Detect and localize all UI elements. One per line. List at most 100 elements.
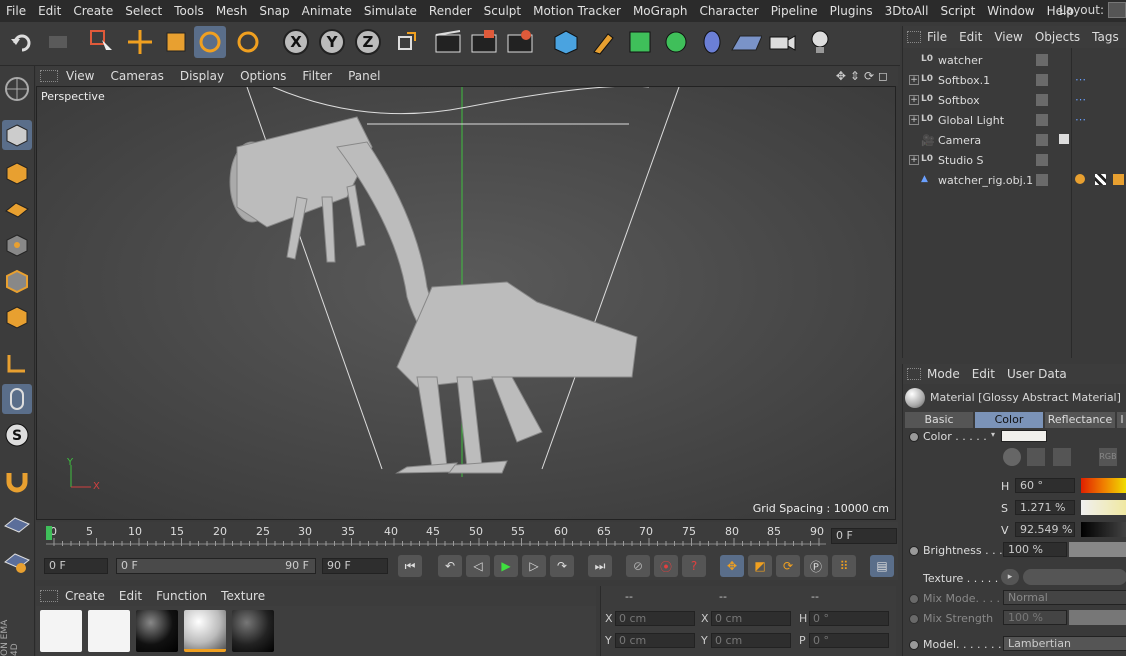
perspective-viewport[interactable]: Perspective Y X Grid Spacing : 10000 cm (36, 86, 896, 520)
mix-mode-select[interactable]: Normal (1003, 590, 1126, 605)
attribute-menu-user-data[interactable]: User Data (1001, 367, 1073, 381)
model-mode-icon[interactable] (2, 120, 32, 150)
chevron-down-icon[interactable]: ▾ (991, 430, 999, 439)
saturation-slider[interactable] (1081, 500, 1126, 515)
object-row-watcher[interactable]: L0 watcher (903, 50, 1126, 70)
object-name[interactable]: watcher (938, 54, 982, 67)
model-animate-radio[interactable] (909, 640, 919, 650)
phong-tag-icon[interactable] (1113, 174, 1124, 185)
object-row-studio-s[interactable]: + L0 Studio S (903, 150, 1126, 170)
brightness-animate-radio[interactable] (909, 546, 919, 556)
solo-mode-icon[interactable]: S (2, 420, 32, 450)
playhead[interactable] (46, 526, 52, 540)
visibility-toggle[interactable] (1036, 94, 1048, 106)
visibility-toggle[interactable] (1036, 154, 1048, 166)
scale-icon[interactable] (160, 26, 192, 58)
floor-icon[interactable] (730, 26, 762, 58)
object-menu-file[interactable]: File (921, 30, 953, 44)
menu-plugins[interactable]: Plugins (824, 4, 879, 18)
subdivision-surface-icon[interactable] (624, 26, 656, 58)
color-wheel-icon[interactable] (1003, 448, 1021, 466)
value-slider[interactable] (1081, 522, 1126, 537)
edges-mode-icon[interactable] (2, 266, 32, 296)
viewport-menu-cameras[interactable]: Cameras (102, 69, 171, 83)
object-row-watcher-rig[interactable]: ▲ watcher_rig.obj.1 (903, 170, 1126, 190)
position-y-field[interactable]: 0 cm (615, 633, 695, 648)
mixstrength-animate-radio[interactable] (909, 614, 919, 624)
object-name[interactable]: Softbox (938, 94, 980, 107)
material-menu-create[interactable]: Create (58, 589, 112, 603)
menu-script[interactable]: Script (934, 4, 981, 18)
object-row-softbox-1[interactable]: + L0 Softbox.1 ⋯ (903, 70, 1126, 90)
menu-render[interactable]: Render (423, 4, 478, 18)
visibility-toggle[interactable] (1036, 74, 1048, 86)
tag-icon[interactable]: ⋯ (1075, 93, 1086, 106)
undo-icon[interactable] (6, 26, 38, 58)
current-frame-field[interactable]: 0 F (831, 528, 897, 544)
play-forward-icon[interactable]: ▶ (494, 555, 518, 577)
tab-color[interactable]: Color (975, 412, 1043, 428)
timeline-ruler[interactable]: 0 5 10 15 20 25 30 35 40 45 50 55 60 65 … (36, 522, 898, 552)
visibility-toggle[interactable] (1036, 54, 1048, 66)
expand-toggle[interactable]: + (909, 155, 919, 165)
visibility-toggle[interactable] (1036, 134, 1048, 146)
material-swatch[interactable] (88, 610, 130, 652)
material-menu-function[interactable]: Function (149, 589, 214, 603)
brightness-slider[interactable] (1069, 542, 1126, 557)
viewport-navigation-icons[interactable]: ✥⇕⟳◻ (836, 69, 892, 83)
start-frame-field[interactable]: 0 F (44, 558, 108, 574)
object-name[interactable]: Softbox.1 (938, 74, 990, 87)
viewport-menu-panel[interactable]: Panel (340, 69, 388, 83)
camera-tag-icon[interactable] (1059, 134, 1069, 144)
brightness-field[interactable]: 100 % (1003, 542, 1067, 557)
go-to-start-icon[interactable]: ⏮ (398, 555, 422, 577)
object-menu-tags[interactable]: Tags (1086, 30, 1125, 44)
menu-motion-tracker[interactable]: Motion Tracker (527, 4, 627, 18)
axis-mode-icon[interactable] (2, 348, 32, 378)
workplane-lock-icon[interactable] (2, 510, 32, 540)
texture-menu-arrow-icon[interactable]: ▸ (1001, 569, 1019, 585)
menu-tools[interactable]: Tools (168, 4, 210, 18)
material-swatch[interactable] (136, 610, 178, 652)
keyframe-selection-icon[interactable]: ? (682, 555, 706, 577)
texture-tag-icon[interactable] (1075, 174, 1085, 184)
camera-icon[interactable] (766, 26, 798, 58)
cube-object-icon[interactable] (550, 26, 582, 58)
snap-magnet-icon[interactable] (2, 466, 32, 496)
render-settings-icon[interactable] (504, 26, 536, 58)
timeline-window-icon[interactable]: ▤ (870, 555, 894, 577)
saturation-field[interactable]: 1.271 % (1015, 500, 1075, 515)
expand-toggle[interactable]: + (909, 75, 919, 85)
mix-strength-field[interactable]: 100 % (1003, 610, 1067, 625)
menu-pipeline[interactable]: Pipeline (765, 4, 824, 18)
object-row-global-light[interactable]: + L0 Global Light ⋯ (903, 110, 1126, 130)
tag-icon[interactable]: ⋯ (1075, 113, 1086, 126)
hue-slider[interactable] (1081, 478, 1126, 493)
timeline-ticks[interactable]: 0 5 10 15 20 25 30 35 40 45 50 55 60 65 … (46, 522, 826, 552)
pen-spline-icon[interactable] (588, 26, 620, 58)
rotate-icon[interactable] (194, 26, 226, 58)
color-swatch[interactable] (1001, 430, 1047, 442)
object-menu-view[interactable]: View (988, 30, 1028, 44)
cloner-icon[interactable] (660, 26, 692, 58)
end-frame-field[interactable]: 90 F (322, 558, 388, 574)
record-scale-icon[interactable]: ◩ (748, 555, 772, 577)
previous-key-icon[interactable]: ↶ (438, 555, 462, 577)
layout-dropdown[interactable] (1108, 2, 1126, 18)
viewport-menu-filter[interactable]: Filter (294, 69, 340, 83)
mixmode-animate-radio[interactable] (909, 594, 919, 604)
live-selection-icon[interactable] (86, 26, 118, 58)
light-icon[interactable] (804, 26, 836, 58)
make-editable-icon[interactable] (2, 74, 32, 104)
menu-file[interactable]: File (0, 4, 32, 18)
deformer-icon[interactable] (696, 26, 728, 58)
rotation-h-field[interactable]: 0 ° (809, 611, 889, 626)
size-x-field[interactable]: 0 cm (711, 611, 791, 626)
object-name[interactable]: Studio S (938, 154, 984, 167)
next-key-icon[interactable]: ↷ (550, 555, 574, 577)
menu-edit[interactable]: Edit (32, 4, 67, 18)
record-rotation-icon[interactable]: ⟳ (776, 555, 800, 577)
points-mode-icon[interactable] (2, 230, 32, 260)
object-menu-objects[interactable]: Objects (1029, 30, 1086, 44)
menu-3dtoall[interactable]: 3DtoAll (879, 4, 935, 18)
